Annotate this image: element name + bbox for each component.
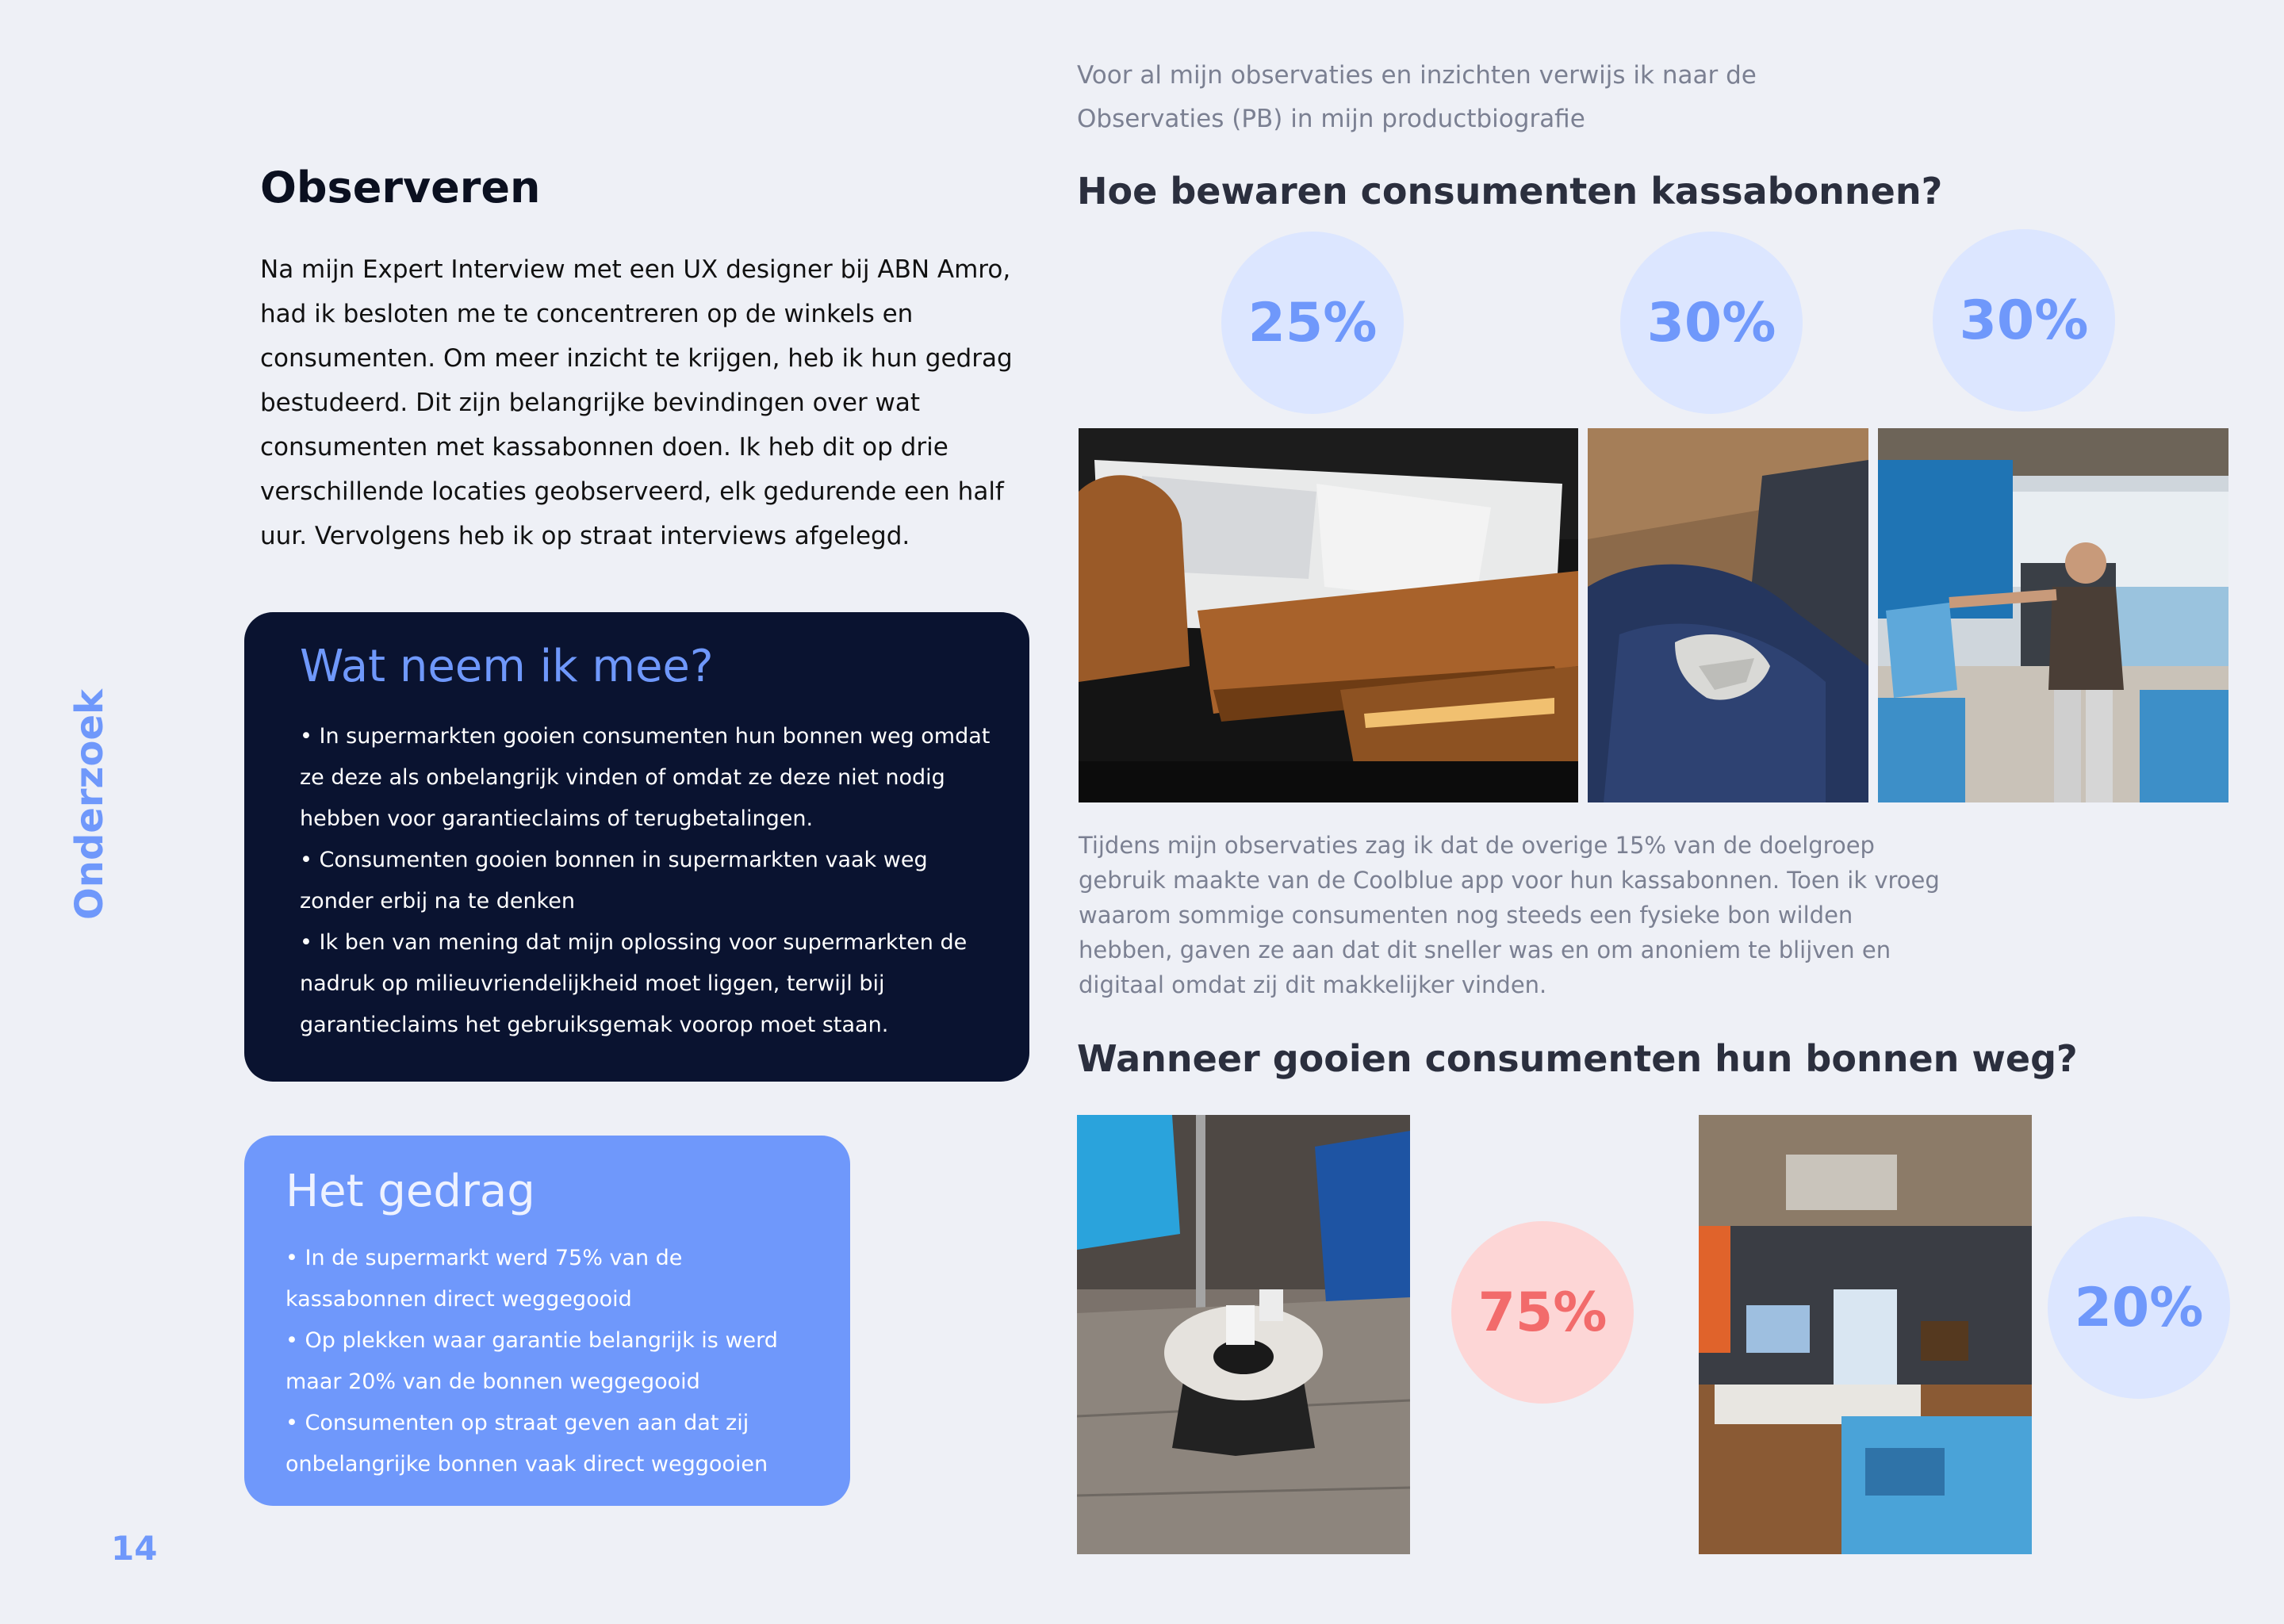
stat-circle: 30% xyxy=(1933,229,2115,412)
behaviour-bullet: • In de supermarkt werd 75% van de kassa… xyxy=(286,1246,683,1312)
wallet-with-receipts-photo xyxy=(1079,428,1578,802)
intro-paragraph: Na mijn Expert Interview met een UX desi… xyxy=(260,255,1013,550)
page-number: 14 xyxy=(111,1529,158,1568)
stat-circle-disposal-warranty: 20% xyxy=(2048,1216,2230,1399)
behaviour-title: Het gedrag xyxy=(286,1166,535,1217)
section-label: Onderzoek xyxy=(67,689,112,920)
section-heading-disposal: Wanneer gooien consumenten hun bonnen we… xyxy=(1077,1037,2078,1080)
stat-circle: 25% xyxy=(1221,232,1404,414)
behaviour-bullet: • Consumenten op straat geven aan dat zi… xyxy=(286,1411,768,1477)
receipt-in-jeans-pocket-photo xyxy=(1588,428,1868,802)
takeaway-card: Wat neem ik mee? • In supermarkten gooie… xyxy=(244,612,1029,1082)
takeaway-bullet: • In supermarkten gooien consumenten hun… xyxy=(300,724,991,831)
stat-circle-disposal-supermarket: 75% xyxy=(1451,1221,1634,1404)
reference-note: Voor al mijn observaties en inzichten ve… xyxy=(1077,61,1757,133)
stat-circle: 30% xyxy=(1620,232,1803,414)
takeaway-bullet: • Consumenten gooien bonnen in supermark… xyxy=(300,848,928,914)
supermarket-bin-photo xyxy=(1077,1115,1410,1554)
takeaway-title: Wat neem ik mee? xyxy=(300,641,714,692)
takeaway-bullet: • Ik ben van mening dat mijn oplossing v… xyxy=(300,930,968,1037)
behaviour-card: Het gedrag • In de supermarkt werd 75% v… xyxy=(244,1136,850,1506)
section-heading-storage: Hoe bewaren consumenten kassabonnen? xyxy=(1077,170,1943,213)
coolblue-store-bag-photo xyxy=(1878,428,2228,802)
behaviour-bullet: • Op plekken waar garantie belangrijk is… xyxy=(286,1328,778,1394)
page-title: Observeren xyxy=(260,163,541,213)
observation-paragraph: Tijdens mijn observaties zag ik dat de o… xyxy=(1079,832,1940,998)
electronics-store-interior-photo xyxy=(1699,1115,2032,1554)
